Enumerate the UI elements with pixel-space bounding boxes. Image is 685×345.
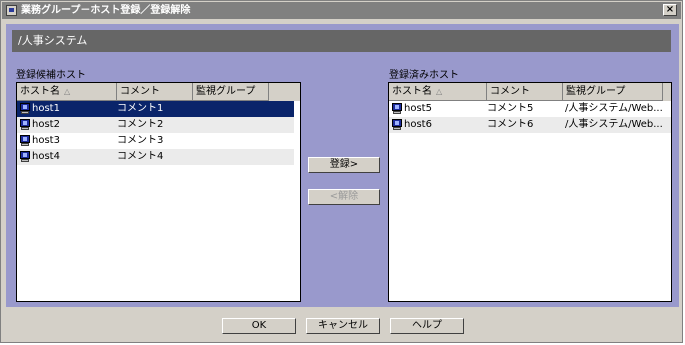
title-bar[interactable]: 業務グループ－ホスト登録／登録解除 ×	[2, 2, 681, 19]
host-group: /人事システム/Web...	[565, 119, 663, 130]
table-row[interactable]: host6 コメント6 /人事システム/Web...	[389, 117, 671, 133]
host-name: host4	[32, 151, 60, 162]
host-name: host1	[32, 103, 60, 114]
unregister-button[interactable]: <解除	[308, 189, 380, 205]
column-header-group[interactable]: 監視グループ	[193, 83, 269, 101]
column-header-host[interactable]: ホスト名 △	[389, 83, 487, 101]
cancel-button[interactable]: キャンセル	[306, 318, 380, 334]
host-icon	[20, 135, 30, 146]
host-icon	[20, 119, 30, 130]
registered-hosts-label: 登録済みホスト	[389, 70, 459, 81]
table-row[interactable]: host5 コメント5 /人事システム/Web...	[389, 101, 671, 117]
host-icon	[392, 103, 402, 114]
help-button[interactable]: ヘルプ	[390, 318, 464, 334]
sort-asc-icon: △	[64, 87, 71, 96]
host-name: host5	[404, 103, 432, 114]
sort-asc-icon: △	[436, 87, 443, 96]
host-icon	[392, 119, 402, 130]
app-icon	[6, 5, 17, 16]
table-header: ホスト名 △ コメント 監視グループ	[389, 83, 671, 101]
column-header-comment[interactable]: コメント	[487, 83, 563, 101]
table-header: ホスト名 △ コメント 監視グループ	[17, 83, 300, 101]
dialog-window: 業務グループ－ホスト登録／登録解除 × /人事システム 登録候補ホスト 登録済み…	[0, 0, 683, 343]
host-comment: コメント2	[117, 119, 164, 130]
column-header-comment[interactable]: コメント	[117, 83, 193, 101]
ok-button[interactable]: OK	[222, 318, 296, 334]
host-group: /人事システム/Web...	[565, 103, 663, 114]
dialog-body: /人事システム 登録候補ホスト 登録済みホスト ホスト名 △ コメント 監視グルー…	[6, 24, 679, 307]
close-button[interactable]: ×	[663, 4, 677, 16]
column-header-host[interactable]: ホスト名 △	[17, 83, 117, 101]
host-name: host2	[32, 119, 60, 130]
register-button[interactable]: 登録>	[308, 157, 380, 173]
business-group-path: /人事システム	[12, 30, 671, 52]
candidate-hosts-label: 登録候補ホスト	[16, 70, 86, 81]
host-name: host3	[32, 135, 60, 146]
host-comment: コメント1	[117, 103, 164, 114]
candidate-hosts-table[interactable]: ホスト名 △ コメント 監視グループ host1 コメント1 host2 コメント…	[16, 82, 301, 302]
table-row[interactable]: host2 コメント2	[17, 117, 294, 133]
host-icon	[20, 151, 30, 162]
table-row[interactable]: host1 コメント1	[17, 101, 294, 117]
column-header-label: ホスト名	[20, 86, 60, 97]
table-row[interactable]: host3 コメント3	[17, 133, 294, 149]
table-row[interactable]: host4 コメント4	[17, 149, 294, 165]
host-name: host6	[404, 119, 432, 130]
window-title: 業務グループ－ホスト登録／登録解除	[21, 5, 191, 16]
registered-hosts-table[interactable]: ホスト名 △ コメント 監視グループ host5 コメント5 /人事システム/We…	[388, 82, 672, 302]
column-header-label: ホスト名	[392, 86, 432, 97]
host-icon	[20, 103, 30, 114]
column-header-group[interactable]: 監視グループ	[563, 83, 663, 101]
host-comment: コメント4	[117, 151, 164, 162]
host-comment: コメント5	[487, 103, 534, 114]
host-comment: コメント6	[487, 119, 534, 130]
host-comment: コメント3	[117, 135, 164, 146]
